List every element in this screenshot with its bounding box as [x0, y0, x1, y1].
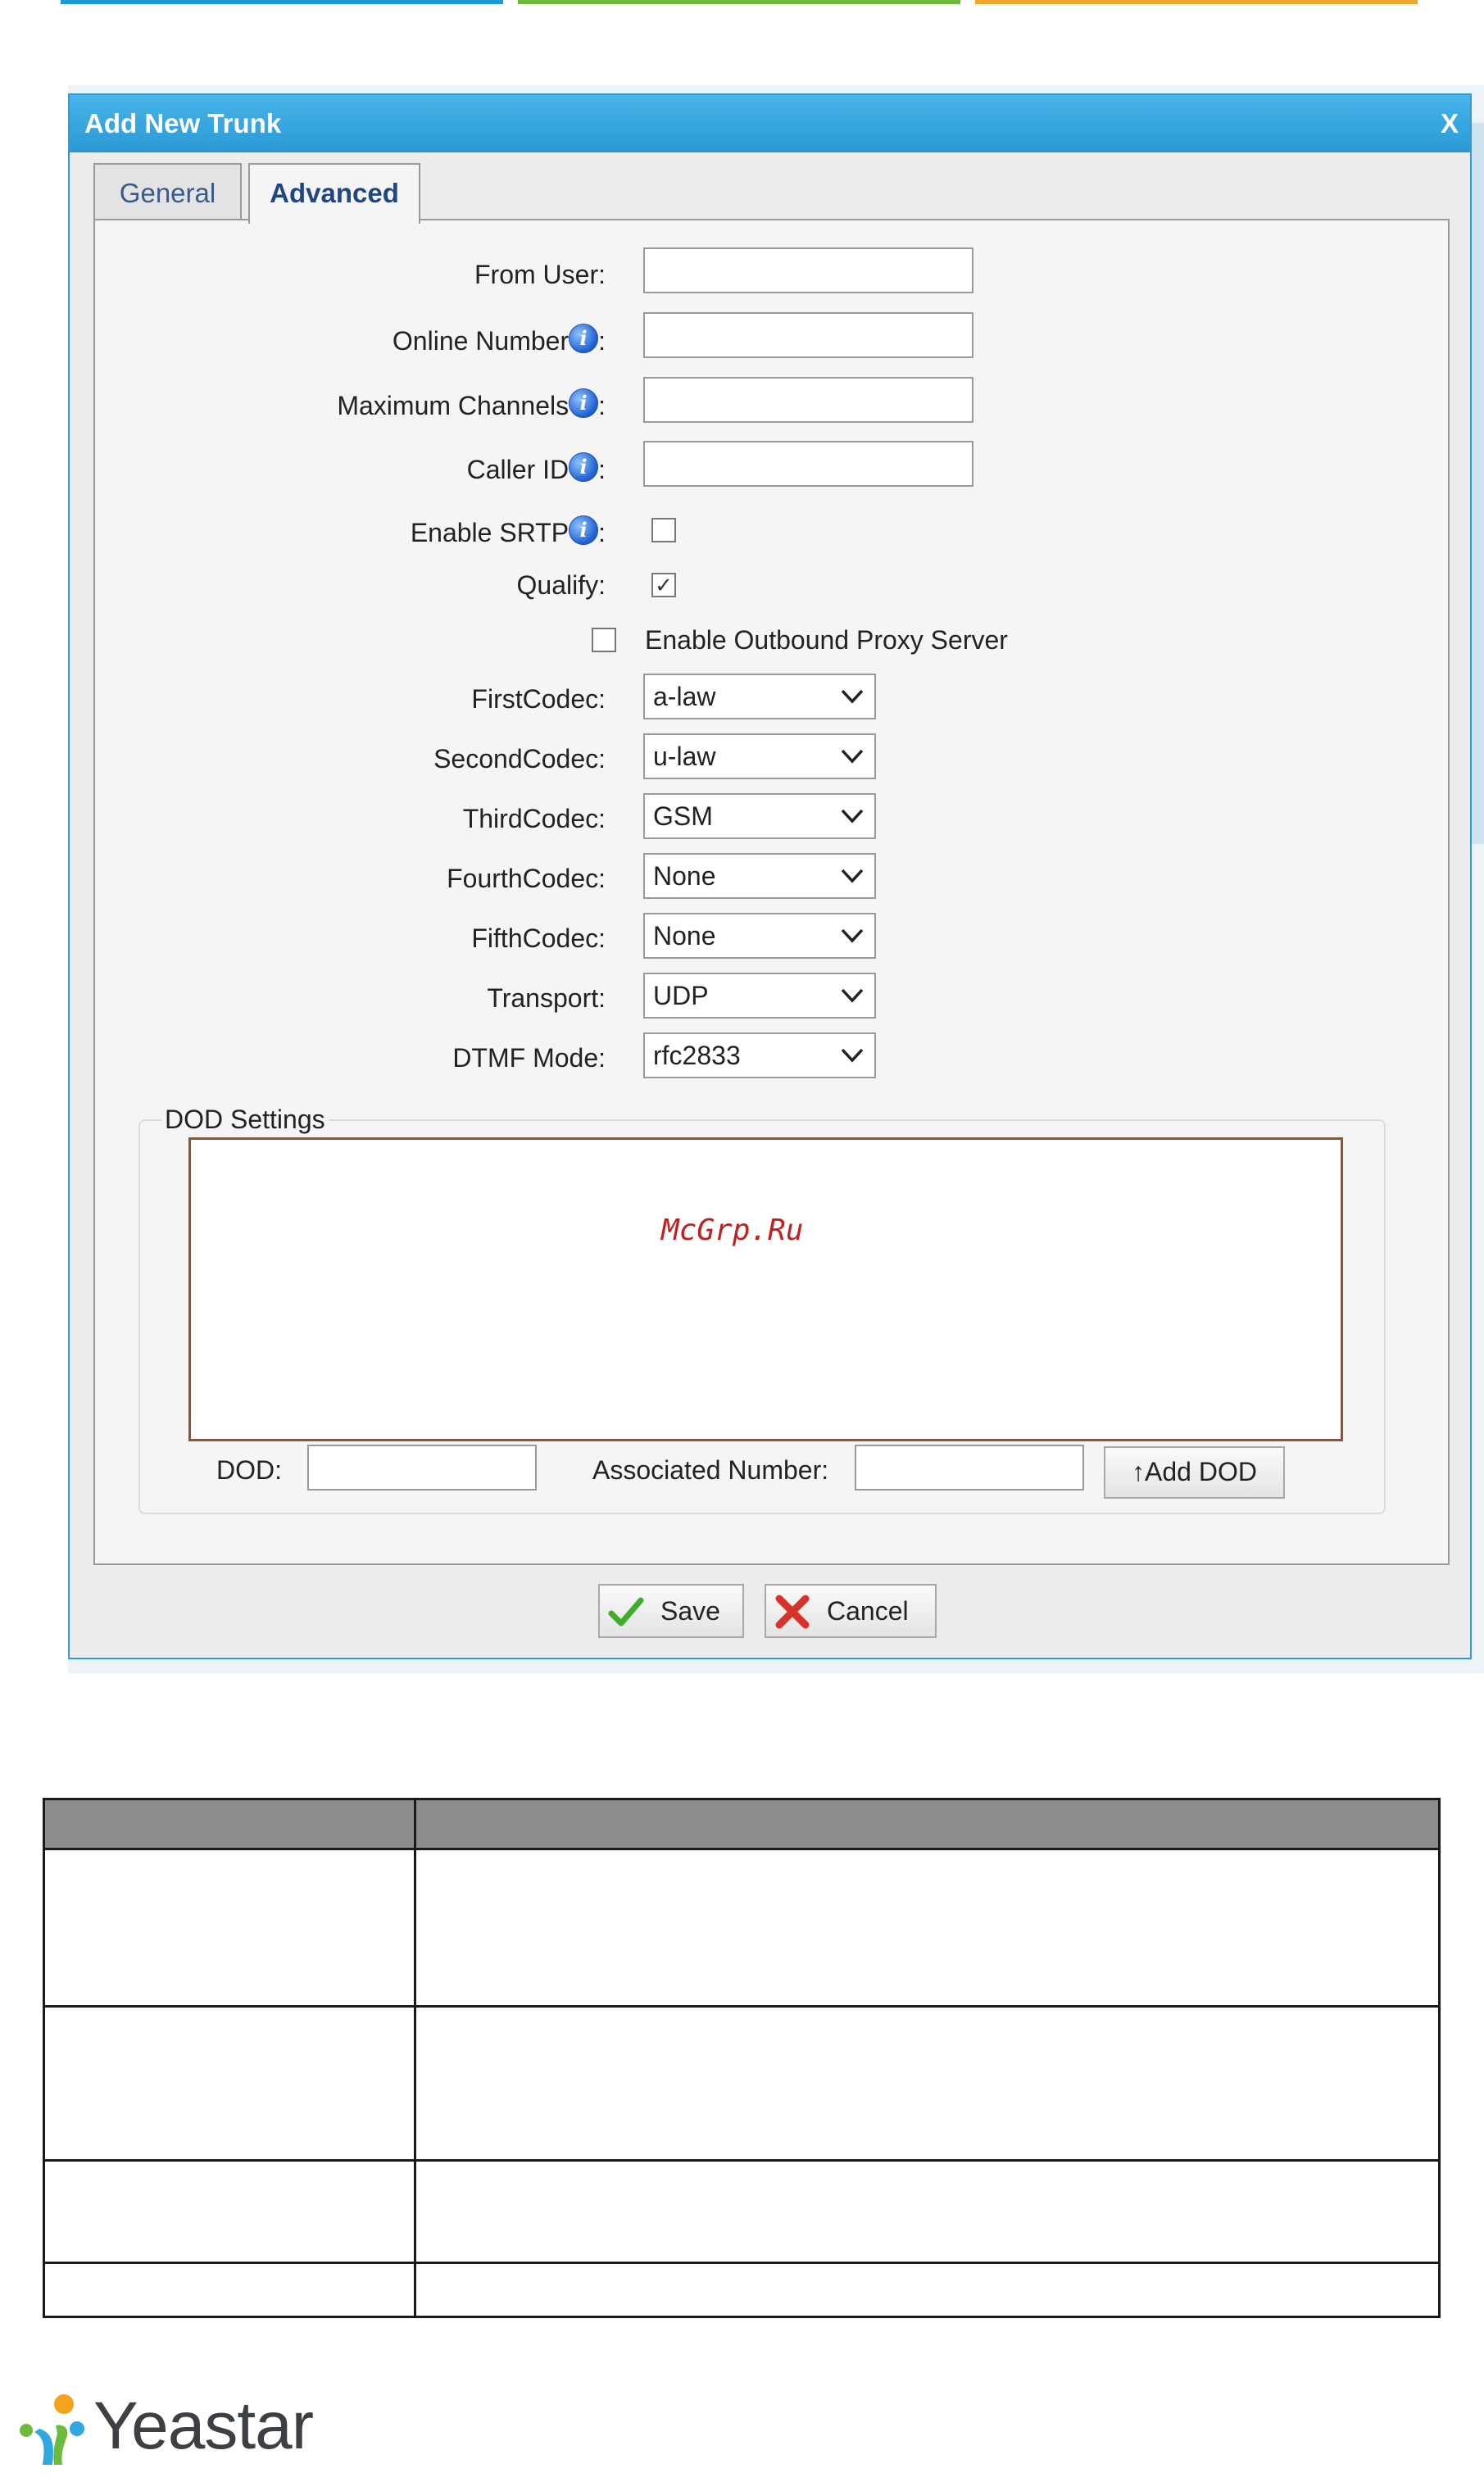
yeastar-logo: Yeastar [15, 2389, 314, 2473]
add-dod-button[interactable]: ↑Add DOD [1104, 1446, 1285, 1499]
chevron-down-icon [841, 1048, 864, 1063]
enable-srtp-label: Enable SRTP i: [411, 515, 606, 548]
watermark-text: McGrp.Ru [661, 1214, 804, 1247]
table-header [45, 1800, 1438, 1850]
header-strip-green [518, 0, 960, 4]
dod-settings-legend: DOD Settings [161, 1105, 329, 1135]
maximum-channels-label: Maximum Channels i: [337, 388, 606, 421]
table-row-divider [45, 2159, 1438, 2162]
chevron-down-icon [841, 988, 864, 1003]
fourth-codec-select[interactable]: None [643, 853, 876, 899]
chevron-down-icon [841, 809, 864, 824]
info-icon[interactable]: i [569, 324, 599, 353]
third-codec-label: ThirdCodec: [462, 804, 606, 833]
save-button[interactable]: Save [598, 1584, 744, 1638]
second-codec-label: SecondCodec: [433, 744, 606, 774]
table-row-divider [45, 2262, 1438, 2264]
table-header-cell [61, 1792, 78, 1835]
red-x-icon [775, 1595, 810, 1629]
associated-number-label: Associated Number: [592, 1455, 829, 1485]
info-icon[interactable]: i [569, 515, 599, 545]
qualify-checkbox[interactable]: ✓ [651, 573, 676, 597]
outbound-proxy-checkbox[interactable] [592, 628, 616, 652]
online-number-input[interactable] [643, 312, 973, 358]
header-strip-blue [61, 0, 503, 4]
maximum-channels-input[interactable] [643, 377, 973, 423]
first-codec-label: FirstCodec: [471, 684, 606, 714]
chevron-down-icon [841, 689, 864, 704]
close-icon[interactable]: X [1441, 95, 1459, 152]
table-header-cell [45, 1792, 61, 1835]
fifth-codec-select[interactable]: None [643, 913, 876, 959]
tab-advanced[interactable]: Advanced [248, 163, 420, 224]
third-codec-select[interactable]: GSM [643, 793, 876, 839]
backdrop-line [1472, 123, 1484, 844]
transport-select[interactable]: UDP [643, 973, 876, 1019]
tab-general[interactable]: General [93, 163, 242, 220]
from-user-input[interactable] [643, 247, 973, 293]
online-number-label: Online Number i: [393, 324, 606, 356]
dialog-title: Add New Trunk [84, 108, 282, 138]
fifth-codec-label: FifthCodec: [471, 923, 606, 953]
header-strip-orange [975, 0, 1418, 4]
yeastar-logo-mark [20, 2394, 84, 2465]
second-codec-select[interactable]: u-law [643, 733, 876, 779]
description-table [43, 1798, 1441, 2318]
enable-srtp-checkbox[interactable] [651, 518, 676, 542]
associated-number-input[interactable] [855, 1445, 1084, 1491]
qualify-label: Qualify: [516, 570, 606, 600]
yeastar-logo-text: Yeastar [93, 2389, 314, 2463]
add-trunk-dialog: Add New Trunk X General Advanced From Us… [68, 93, 1472, 1659]
chevron-down-icon [841, 749, 864, 764]
info-icon[interactable]: i [569, 452, 599, 482]
dtmf-mode-select[interactable]: rfc2833 [643, 1032, 876, 1078]
caller-id-label: Caller ID i: [467, 452, 606, 485]
transport-label: Transport: [487, 983, 606, 1013]
chevron-down-icon [841, 928, 864, 943]
dod-list-box[interactable]: McGrp.Ru [188, 1137, 1343, 1441]
dtmf-mode-label: DTMF Mode: [452, 1043, 606, 1073]
first-codec-select[interactable]: a-law [643, 674, 876, 719]
from-user-label: From User: [474, 260, 606, 289]
cancel-button[interactable]: Cancel [765, 1584, 937, 1638]
table-column-divider [414, 1800, 416, 2316]
fourth-codec-label: FourthCodec: [447, 864, 606, 893]
outbound-proxy-label: Enable Outbound Proxy Server [645, 625, 1008, 655]
caller-id-input[interactable] [643, 441, 973, 487]
dod-input[interactable] [307, 1445, 537, 1491]
dod-label: DOD: [216, 1455, 282, 1485]
checkmark-icon [608, 1597, 644, 1627]
info-icon[interactable]: i [569, 388, 599, 418]
chevron-down-icon [841, 869, 864, 883]
table-row-divider [45, 2005, 1438, 2008]
dialog-titlebar: Add New Trunk X [70, 95, 1470, 152]
